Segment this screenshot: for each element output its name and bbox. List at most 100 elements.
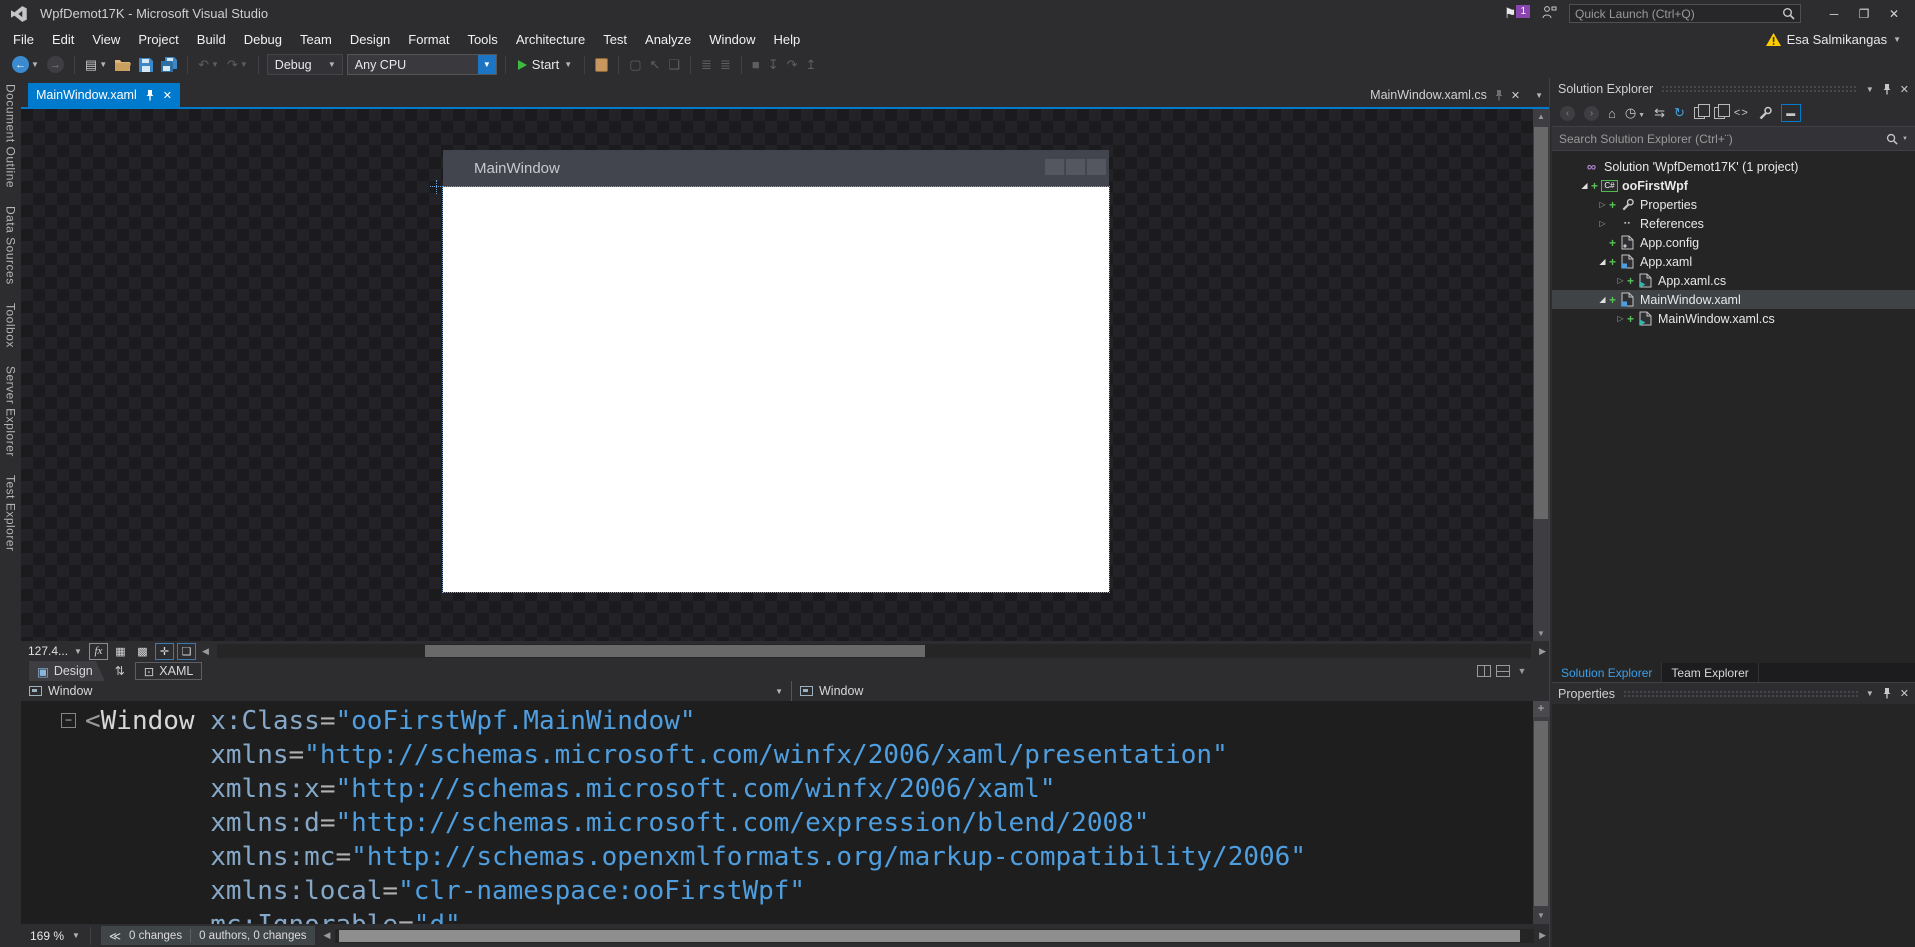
scroll-right-icon[interactable]: ▶: [1536, 646, 1549, 657]
menu-tools[interactable]: Tools: [458, 29, 506, 50]
properties-wrench-icon[interactable]: [1758, 106, 1772, 120]
document-list-dropdown-icon[interactable]: ▼: [1535, 91, 1543, 100]
editor-horizontal-scrollbar[interactable]: [335, 928, 1535, 943]
xaml-view-tab[interactable]: ⊡ XAML: [134, 662, 203, 680]
scroll-down-icon[interactable]: ▼: [1533, 909, 1549, 923]
left-tab-document-outline[interactable]: Document Outline: [4, 84, 18, 188]
menu-build[interactable]: Build: [188, 29, 235, 50]
menu-edit[interactable]: Edit: [43, 29, 83, 50]
save-button[interactable]: [137, 54, 155, 76]
tree-item-mainwindow-xaml[interactable]: ◢ + MainWindow.xaml: [1552, 290, 1915, 309]
window-position-dropdown-icon[interactable]: ▼: [1866, 689, 1874, 698]
step-over-button[interactable]: ↷: [785, 54, 800, 76]
notifications-button[interactable]: ⚑ 1: [1504, 5, 1530, 22]
show-snaplines-button[interactable]: ❏: [176, 642, 196, 660]
menu-test[interactable]: Test: [594, 29, 636, 50]
vertical-split-button[interactable]: [1477, 665, 1491, 677]
pin-icon[interactable]: [1882, 688, 1892, 699]
design-view-tab[interactable]: ▣ Design: [29, 661, 105, 681]
collapse-all-icon[interactable]: [1693, 104, 1710, 119]
show-all-files-icon[interactable]: [1713, 104, 1730, 119]
code-text[interactable]: <Window x:Class="ooFirstWpf.MainWindow" …: [21, 701, 1533, 924]
expander-expanded-icon[interactable]: ◢: [1578, 181, 1591, 190]
scrollbar-thumb[interactable]: [1534, 127, 1548, 519]
tab-mainwindow-xaml-cs[interactable]: MainWindow.xaml.cs ✕ ▼: [1364, 83, 1549, 107]
editor-vertical-scrollbar[interactable]: + ▼: [1533, 701, 1549, 924]
properties-header[interactable]: Properties ▼ ✕: [1552, 682, 1915, 704]
menu-architecture[interactable]: Architecture: [507, 29, 594, 50]
tree-item-oofirstwpf[interactable]: ◢ + C# ooFirstWpf: [1552, 176, 1915, 195]
code-line[interactable]: mc:Ignorable="d": [85, 908, 1533, 924]
expander-expanded-icon[interactable]: ◢: [1596, 257, 1609, 266]
expander-collapsed-icon[interactable]: ▷: [1614, 314, 1627, 323]
close-tab-icon[interactable]: ✕: [163, 89, 172, 102]
pin-icon[interactable]: [145, 89, 155, 101]
left-tab-server-explorer[interactable]: Server Explorer: [4, 366, 18, 457]
solution-platform-dropdown[interactable]: Any CPU ▼: [346, 54, 497, 75]
view-code-icon[interactable]: <>: [1734, 107, 1749, 119]
show-grid-button[interactable]: ▦: [111, 643, 130, 660]
code-line[interactable]: xmlns:x="http://schemas.microsoft.com/wi…: [85, 772, 1533, 806]
expander-expanded-icon[interactable]: ◢: [1596, 295, 1609, 304]
menu-analyze[interactable]: Analyze: [636, 29, 700, 50]
effects-toggle-button[interactable]: fx: [88, 642, 108, 660]
find-in-files-button[interactable]: ❏: [666, 54, 682, 76]
comment-button[interactable]: ≣: [699, 54, 714, 76]
scrollbar-thumb[interactable]: [339, 929, 1521, 942]
save-all-button[interactable]: [159, 54, 179, 76]
swap-panes-button[interactable]: ⇅: [111, 664, 129, 678]
tree-item-solution-wpfdemot17k-1-project[interactable]: ∞ Solution 'WpfDemot17K' (1 project): [1552, 157, 1915, 176]
tree-item-properties[interactable]: ▷ + Properties: [1552, 195, 1915, 214]
scroll-left-icon[interactable]: ◀: [321, 930, 334, 941]
tree-item-mainwindow-xaml-cs[interactable]: ▷ + MainWindow.xaml.cs: [1552, 309, 1915, 328]
code-line[interactable]: xmlns:d="http://schemas.microsoft.com/ex…: [85, 806, 1533, 840]
step-into-button[interactable]: ↧: [766, 54, 781, 76]
menu-help[interactable]: Help: [765, 29, 810, 50]
pointer-tool-button[interactable]: ↖: [647, 54, 662, 76]
pin-icon[interactable]: [1882, 83, 1892, 95]
code-line[interactable]: xmlns="http://schemas.microsoft.com/winf…: [85, 738, 1533, 772]
element-dropdown-right[interactable]: Window: [791, 681, 1549, 701]
designed-window[interactable]: MainWindow: [430, 150, 1110, 593]
xaml-code-editor[interactable]: − <Window x:Class="ooFirstWpf.MainWindow…: [21, 701, 1549, 924]
designer-vertical-scrollbar[interactable]: ▲ ▼: [1533, 109, 1549, 641]
start-debugging-button[interactable]: Start ▼: [514, 57, 576, 72]
home-icon[interactable]: ⌂: [1608, 106, 1616, 121]
open-file-button[interactable]: [113, 54, 133, 76]
designer-zoom-dropdown[interactable]: 127.4... ▼: [24, 642, 86, 660]
tab-team-explorer[interactable]: Team Explorer: [1662, 663, 1759, 682]
minimize-button[interactable]: ─: [1821, 4, 1847, 24]
stop-debugging-button[interactable]: ■: [750, 54, 762, 76]
designer-horizontal-scrollbar[interactable]: [216, 644, 1532, 658]
code-line[interactable]: xmlns:local="clr-namespace:ooFirstWpf": [85, 874, 1533, 908]
new-project-button[interactable]: ▤ ▼: [83, 54, 109, 76]
restore-button[interactable]: ❐: [1851, 4, 1877, 24]
horizontal-split-button[interactable]: [1496, 665, 1510, 677]
sync-icon[interactable]: ⇆: [1654, 105, 1665, 121]
menu-team[interactable]: Team: [291, 29, 341, 50]
solution-explorer-header[interactable]: Solution Explorer ▼ ✕: [1552, 78, 1915, 100]
editor-split-handle[interactable]: +: [1533, 701, 1549, 717]
expander-collapsed-icon[interactable]: ▷: [1596, 200, 1609, 209]
scroll-down-icon[interactable]: ▼: [1533, 626, 1549, 641]
navigate-forward-button[interactable]: →: [45, 54, 66, 76]
quick-launch-input[interactable]: Quick Launch (Ctrl+Q): [1569, 4, 1801, 23]
close-tab-icon[interactable]: ✕: [1511, 89, 1520, 102]
sync-with-active-document-button[interactable]: ▬: [1780, 104, 1801, 122]
menu-format[interactable]: Format: [399, 29, 458, 50]
scroll-right-icon[interactable]: ▶: [1536, 930, 1549, 941]
menu-debug[interactable]: Debug: [235, 29, 291, 50]
close-icon[interactable]: ✕: [1900, 83, 1909, 96]
menu-design[interactable]: Design: [341, 29, 399, 50]
designed-window-titlebar[interactable]: MainWindow: [443, 150, 1109, 187]
tab-solution-explorer[interactable]: Solution Explorer: [1552, 663, 1663, 682]
wpf-designer-surface[interactable]: MainWindow ▲ ▼: [21, 109, 1549, 641]
undo-button[interactable]: ↶ ▼: [196, 54, 221, 76]
designed-window-canvas[interactable]: [430, 180, 1110, 593]
scrollbar-thumb[interactable]: [1534, 721, 1548, 906]
pin-icon[interactable]: [1494, 89, 1504, 101]
platform-dropdown-button[interactable]: ▼: [477, 55, 496, 74]
feedback-icon[interactable]: [1542, 5, 1557, 22]
redo-button[interactable]: ↷ ▼: [225, 54, 250, 76]
element-dropdown-left[interactable]: Window ▼: [21, 681, 791, 701]
